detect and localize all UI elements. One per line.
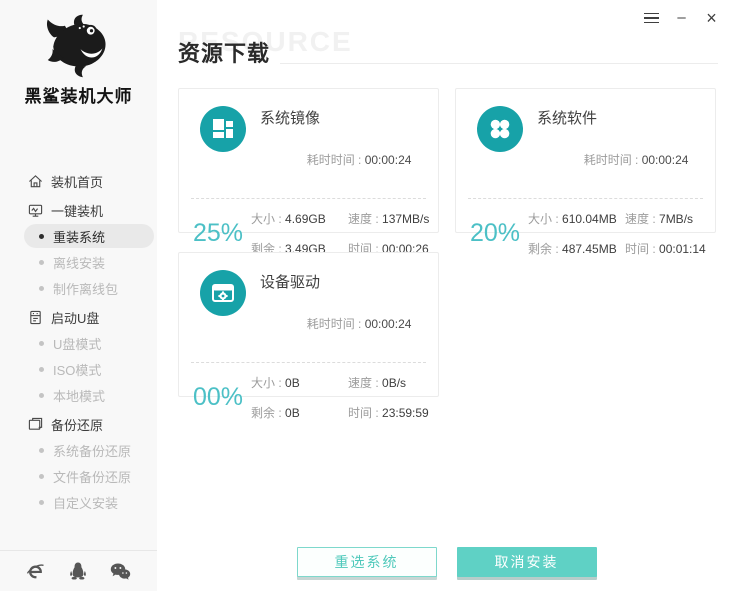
main-panel: – × RESOURCE 资源下载 bbox=[157, 0, 736, 591]
sidebar-item-backup-restore[interactable]: 备份还原 bbox=[0, 411, 157, 437]
sidebar-item-label: 制作离线包 bbox=[53, 279, 118, 298]
cancel-install-button[interactable]: 取消安装 bbox=[457, 547, 597, 577]
sidebar-item-label: U盘模式 bbox=[53, 334, 101, 353]
bullet-icon bbox=[39, 500, 44, 505]
download-cards: 系统镜像 耗时时间 : 00:00:24 25% 大小 : 4.69GB 速度 … bbox=[178, 88, 718, 397]
app-window: 黑鲨装机大师 装机首页 一键装机 bbox=[0, 0, 736, 591]
bullet-icon bbox=[39, 234, 44, 239]
sidebar-item-iso-mode[interactable]: ISO模式 bbox=[0, 356, 157, 382]
download-details: 大小 : 610.04MB 速度 : 7MB/s 剩余 : 487.45MB 时… bbox=[528, 210, 709, 257]
card-title: 设备驱动 bbox=[260, 271, 411, 292]
sidebar-item-custom-install[interactable]: 自定义安装 bbox=[0, 489, 157, 515]
sidebar-item-boot-usb[interactable]: 启动U盘 bbox=[0, 304, 157, 330]
header-divider bbox=[280, 63, 718, 64]
sidebar-item-reinstall-system[interactable]: 重装系统 bbox=[24, 224, 154, 248]
card-device-driver: 设备驱动 耗时时间 : 00:00:24 00% 大小 : 0B 速度 : 0B… bbox=[178, 252, 439, 397]
sidebar-item-usb-mode[interactable]: U盘模式 bbox=[0, 330, 157, 356]
elapsed-time: 耗时时间 : 00:00:24 bbox=[537, 137, 688, 182]
reselect-system-button[interactable]: 重选系统 bbox=[297, 547, 437, 577]
progress-percent: 20% bbox=[466, 219, 524, 248]
qq-icon[interactable] bbox=[70, 562, 86, 580]
page-header: RESOURCE 资源下载 bbox=[178, 0, 718, 68]
sidebar-item-file-backup-restore[interactable]: 文件备份还原 bbox=[0, 463, 157, 489]
elapsed-time: 耗时时间 : 00:00:24 bbox=[260, 301, 411, 346]
sidebar-item-system-backup-restore[interactable]: 系统备份还原 bbox=[0, 437, 157, 463]
bullet-icon bbox=[39, 286, 44, 291]
driver-icon bbox=[200, 270, 246, 316]
elapsed-time: 耗时时间 : 00:00:24 bbox=[260, 137, 411, 182]
sidebar-item-label: 启动U盘 bbox=[51, 308, 99, 327]
progress-percent: 00% bbox=[189, 383, 247, 412]
card-title: 系统软件 bbox=[537, 107, 688, 128]
sidebar-item-label: 自定义安装 bbox=[53, 493, 118, 512]
sidebar-item-make-offline-pkg[interactable]: 制作离线包 bbox=[0, 275, 157, 301]
backup-icon bbox=[27, 416, 43, 432]
sidebar-item-label: 一键装机 bbox=[51, 201, 103, 220]
sidebar-nav: 装机首页 一键装机 重装系统 离线安装 bbox=[0, 165, 157, 550]
windows-icon bbox=[200, 106, 246, 152]
bullet-icon bbox=[39, 474, 44, 479]
sidebar-item-home[interactable]: 装机首页 bbox=[0, 168, 157, 194]
download-details: 大小 : 0B 速度 : 0B/s 剩余 : 0B 时间 : 23:59:59 bbox=[251, 374, 432, 421]
sidebar-item-onekey[interactable]: 一键装机 bbox=[0, 197, 157, 223]
shark-logo-icon bbox=[41, 14, 117, 78]
sidebar-item-offline-install[interactable]: 离线安装 bbox=[0, 249, 157, 275]
monitor-icon bbox=[27, 202, 43, 218]
sidebar-item-label: 本地模式 bbox=[53, 386, 105, 405]
app-logo: 黑鲨装机大师 bbox=[0, 0, 157, 107]
apps-icon bbox=[477, 106, 523, 152]
progress-percent: 25% bbox=[189, 219, 247, 248]
footer-buttons: 重选系统 取消安装 bbox=[157, 547, 736, 577]
sidebar-item-local-mode[interactable]: 本地模式 bbox=[0, 382, 157, 408]
usb-icon bbox=[27, 309, 43, 325]
bullet-icon bbox=[39, 448, 44, 453]
sidebar-footer bbox=[0, 550, 157, 591]
app-title: 黑鲨装机大师 bbox=[0, 82, 157, 107]
page-title: 资源下载 bbox=[178, 36, 270, 68]
bullet-icon bbox=[39, 341, 44, 346]
sidebar-item-label: 文件备份还原 bbox=[53, 467, 131, 486]
sidebar-item-label: 离线安装 bbox=[53, 253, 105, 272]
card-system-software: 系统软件 耗时时间 : 00:00:24 20% 大小 : 610.04MB 速… bbox=[455, 88, 716, 233]
sidebar-item-label: 系统备份还原 bbox=[53, 441, 131, 460]
ie-icon[interactable] bbox=[26, 563, 45, 580]
download-details: 大小 : 4.69GB 速度 : 137MB/s 剩余 : 3.49GB 时间 … bbox=[251, 210, 432, 257]
card-system-image: 系统镜像 耗时时间 : 00:00:24 25% 大小 : 4.69GB 速度 … bbox=[178, 88, 439, 233]
bullet-icon bbox=[39, 367, 44, 372]
sidebar-item-label: 重装系统 bbox=[53, 227, 105, 246]
wechat-icon[interactable] bbox=[110, 563, 131, 580]
sidebar-item-label: 装机首页 bbox=[51, 172, 103, 191]
sidebar-item-label: 备份还原 bbox=[51, 415, 103, 434]
home-icon bbox=[27, 173, 43, 189]
sidebar: 黑鲨装机大师 装机首页 一键装机 bbox=[0, 0, 157, 591]
bullet-icon bbox=[39, 260, 44, 265]
bullet-icon bbox=[39, 393, 44, 398]
card-title: 系统镜像 bbox=[260, 107, 411, 128]
sidebar-item-label: ISO模式 bbox=[53, 360, 101, 379]
